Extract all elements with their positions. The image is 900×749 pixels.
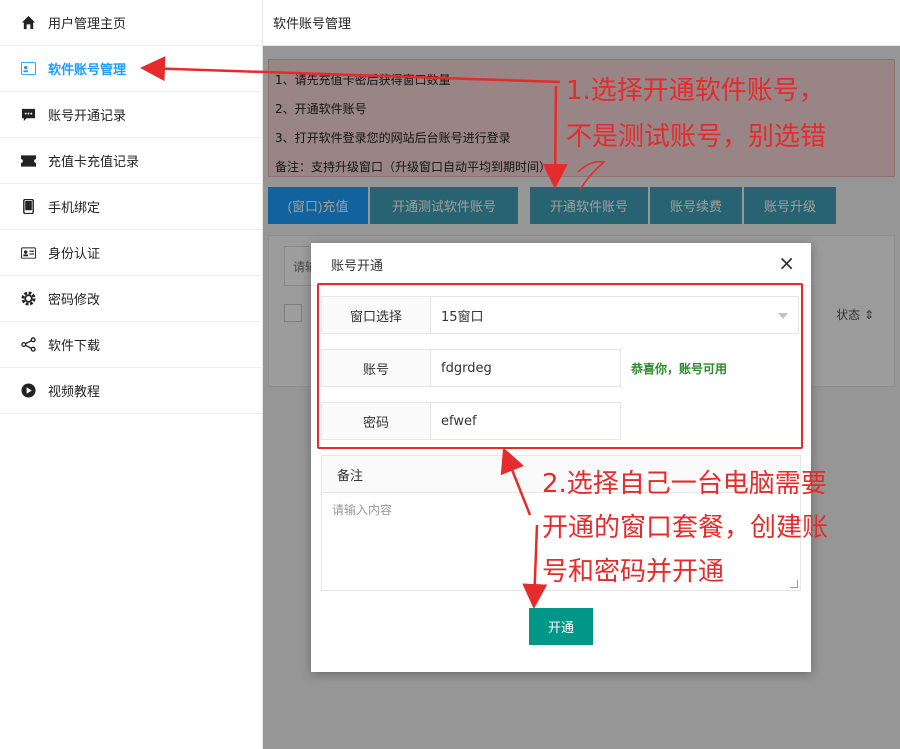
sidebar-item-video[interactable]: 视频教程 (0, 368, 262, 414)
sidebar-item-software-accounts[interactable]: 软件账号管理 (0, 46, 262, 92)
sidebar-item-recharge-records[interactable]: 充值卡充值记录 (0, 138, 262, 184)
annotation-line: 1.选择开通软件账号， (566, 76, 825, 106)
gear-icon (20, 291, 36, 307)
annotation-line: 不是测试账号，别选错 (566, 122, 827, 152)
id-card-icon (20, 245, 36, 261)
sidebar-item-phone-binding[interactable]: 手机绑定 (0, 184, 262, 230)
annotation-note-1: 1.选择开通软件账号， 不是测试账号，别选错 (566, 68, 900, 160)
sidebar-item-label: 视频教程 (48, 385, 101, 400)
account-card-icon (20, 61, 36, 77)
sidebar-item-label: 充值卡充值记录 (48, 155, 140, 170)
page-title: 软件账号管理 (263, 0, 900, 46)
annotation-line: 2.选择自己一台电脑需要 (542, 469, 827, 499)
chat-icon (20, 107, 36, 123)
sidebar-item-identity[interactable]: 身份认证 (0, 230, 262, 276)
submit-open-button[interactable]: 开通 (529, 608, 593, 645)
sidebar-item-password[interactable]: 密码修改 (0, 276, 262, 322)
phone-icon (20, 199, 36, 215)
sidebar-item-label: 手机绑定 (48, 201, 101, 216)
dialog-header: 账号开通 × (311, 243, 811, 286)
ticket-icon (20, 153, 36, 169)
sidebar-item-home[interactable]: 用户管理主页 (0, 0, 262, 46)
sidebar-item-label: 账号开通记录 (48, 109, 127, 124)
play-icon (20, 383, 36, 399)
annotation-line: 开通的窗口套餐，创建账 (542, 513, 829, 543)
sidebar-item-label: 用户管理主页 (48, 17, 127, 32)
share-icon (20, 337, 36, 353)
highlight-box (317, 283, 803, 449)
dialog-title: 账号开通 (331, 258, 384, 274)
home-icon (20, 15, 36, 31)
sidebar-item-label: 软件账号管理 (48, 63, 127, 78)
sidebar: 用户管理主页 软件账号管理 账号开通记录 充值卡充值记录 手机绑定 身份认证 密… (0, 0, 263, 749)
sidebar-item-label: 密码修改 (48, 293, 101, 308)
sidebar-item-label: 软件下载 (48, 339, 101, 354)
sidebar-item-download[interactable]: 软件下载 (0, 322, 262, 368)
sidebar-item-label: 身份认证 (48, 247, 101, 262)
sidebar-item-open-records[interactable]: 账号开通记录 (0, 92, 262, 138)
close-icon[interactable]: × (778, 253, 795, 273)
annotation-line: 号和密码并开通 (542, 557, 725, 587)
annotation-note-2: 2.选择自己一台电脑需要 开通的窗口套餐，创建账 号和密码并开通 (542, 462, 900, 594)
